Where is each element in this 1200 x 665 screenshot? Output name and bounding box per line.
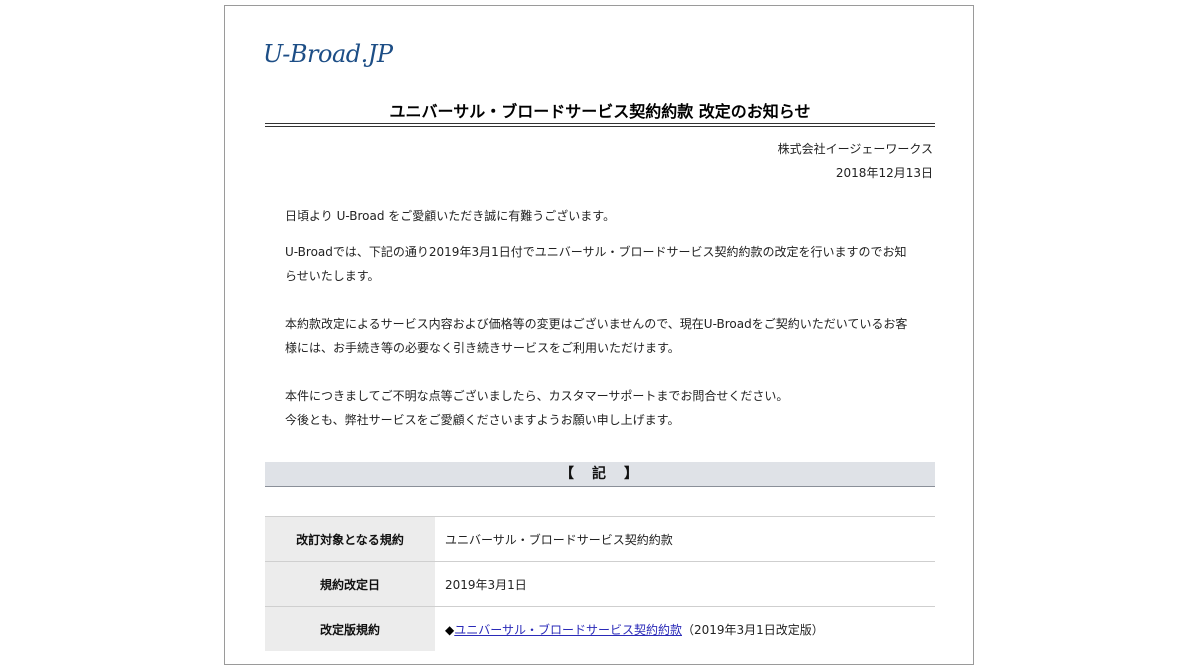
closing-line: 今後とも、弊社サービスをご愛顧くださいますようお願い申し上げます。 [285, 413, 680, 427]
details-table: 改訂対象となる規約 ユニバーサル・ブロードサービス契約約款 規約改定日 2019… [265, 516, 935, 651]
logo[interactable]: U-Broad.JP [263, 40, 393, 68]
row-label: 規約改定日 [265, 561, 435, 607]
page-title: ユニバーサル・ブロードサービス契約約款 改定のお知らせ [389, 102, 811, 121]
row-label: 改定版規約 [265, 606, 435, 651]
paragraph-greeting: 日頃より U-Broad をご愛顧いただき誠に有難うございます。 [285, 209, 616, 223]
table-row: 規約改定日 2019年3月1日 [265, 561, 935, 607]
notice-document: U-Broad.JP ユニバーサル・ブロードサービス契約約款 改定のお知らせ 株… [224, 5, 974, 665]
table-row: 改訂対象となる規約 ユニバーサル・ブロードサービス契約約款 [265, 516, 935, 562]
title-divider [265, 123, 935, 127]
row-value: 2019年3月1日 [435, 561, 935, 607]
notice-date: 2018年12月13日 [835, 166, 933, 180]
section-heading-ki: 【 記 】 [265, 462, 935, 487]
row-label: 改訂対象となる規約 [265, 516, 435, 562]
paragraph-no-change: 本約款改定によるサービス内容および価格等の変更はございませんので、現在U-Bro… [285, 317, 908, 355]
company-name: 株式会社イージェーワークス [777, 142, 933, 156]
row-value: ◆ユニバーサル・ブロードサービス契約約款（2019年3月1日改定版） [435, 606, 935, 651]
row-value: ユニバーサル・ブロードサービス契約約款 [435, 516, 935, 562]
paragraph-contact: 本件につきましてご不明な点等ございましたら、カスタマーサポートまでお問合せくださ… [285, 384, 915, 432]
table-row: 改定版規約 ◆ユニバーサル・ブロードサービス契約約款（2019年3月1日改定版） [265, 606, 935, 651]
contact-line: 本件につきましてご不明な点等ございましたら、カスタマーサポートまでお問合せくださ… [285, 389, 789, 403]
paragraph-announcement: U-Broadでは、下記の通り2019年3月1日付でユニバーサル・ブロードサービ… [285, 245, 907, 283]
